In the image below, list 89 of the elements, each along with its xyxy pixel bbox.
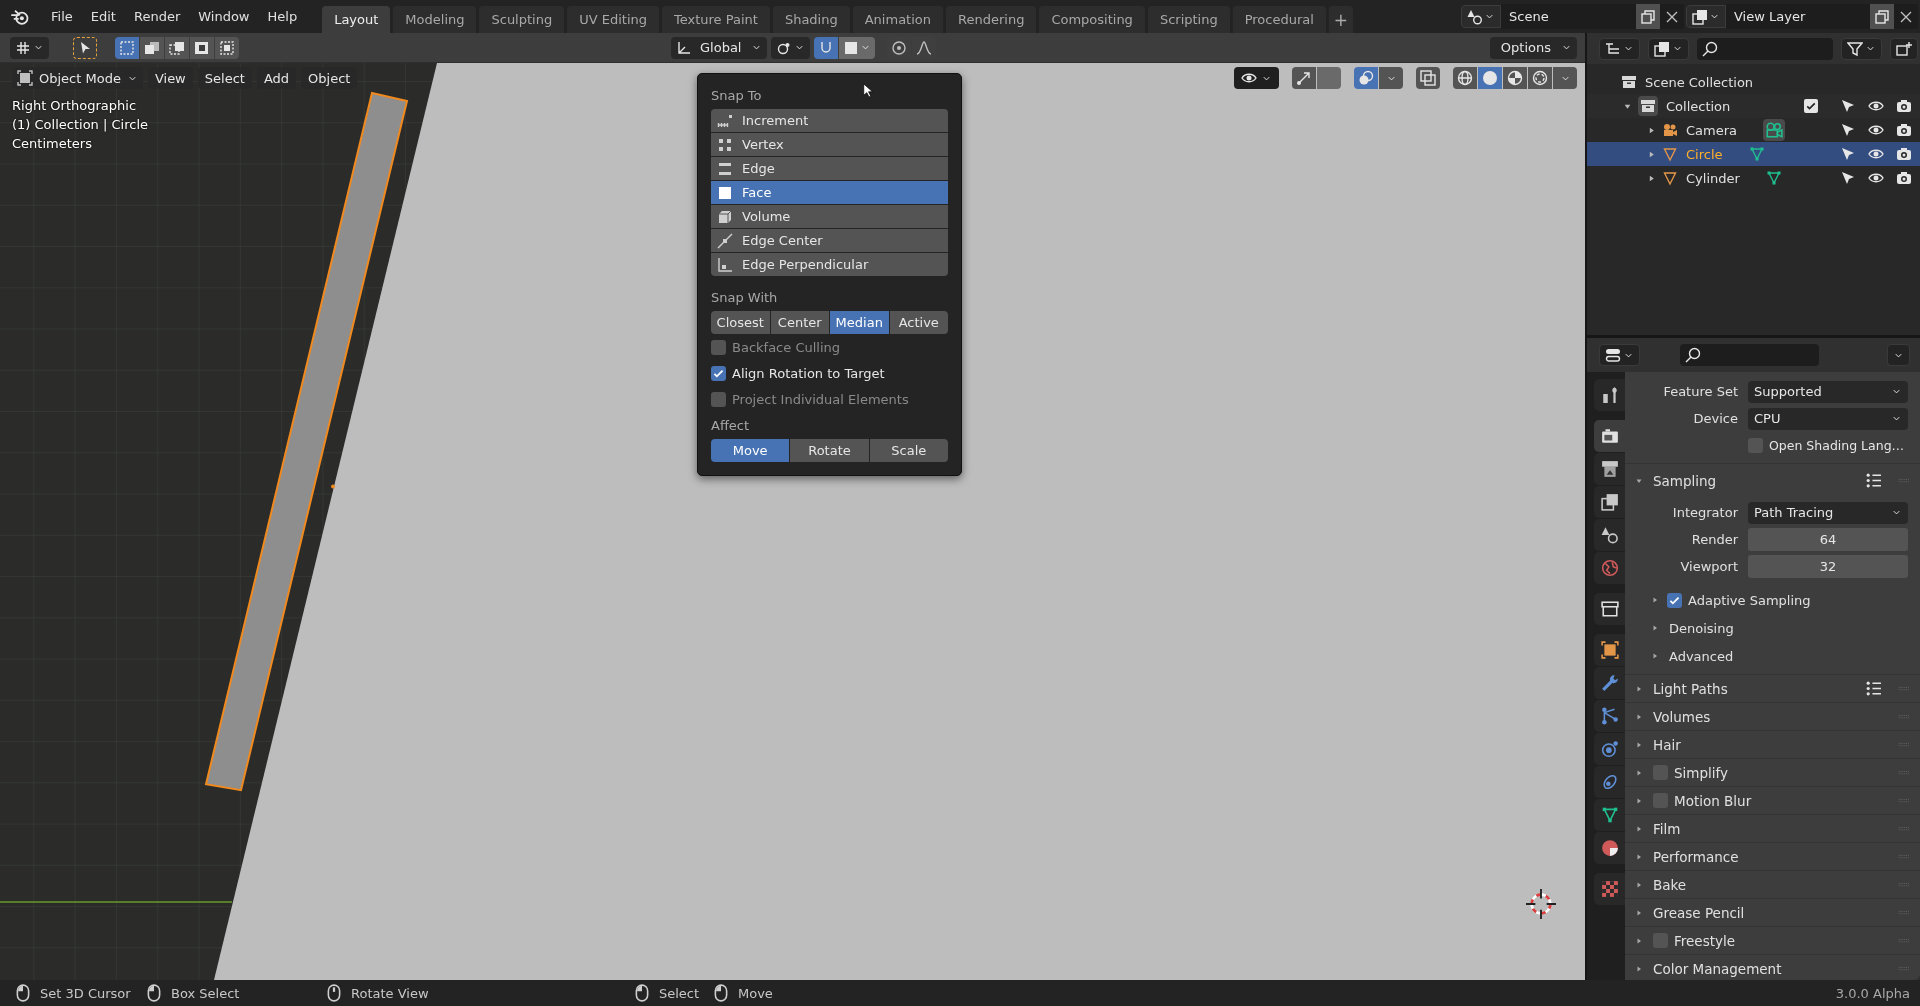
checkbox-label: Project Individual Elements [732,391,909,407]
workspace-tab[interactable]: Compositing [1039,6,1145,33]
checkbox-label: Open Shading Lang… [1769,438,1905,453]
snap-target-option[interactable]: Vertex [711,133,948,156]
tree-item-label[interactable]: Scene Collection [1645,74,1754,90]
field-label: Feature Set [1662,384,1738,399]
panel-header[interactable]: Film [1653,820,1681,837]
workspace-tab[interactable]: Texture Paint [662,6,770,33]
subpanel-header[interactable]: Adaptive Sampling [1688,592,1811,608]
workspace-tab[interactable]: Procedural [1232,6,1326,33]
snap-target-option[interactable]: Edge Perpendicular [711,253,948,276]
tree-row[interactable]: Camera [1587,118,1920,142]
panel-header[interactable]: Simplify [1674,764,1729,781]
panel-header[interactable]: Hair [1653,736,1681,753]
panel-header[interactable]: Freestyle [1674,932,1736,949]
affect-option[interactable]: Rotate [790,439,869,462]
workspace-tab[interactable]: Modeling [393,6,477,33]
field-label: Integrator [1671,505,1738,520]
menu-item[interactable]: Render [124,5,190,28]
menu-item[interactable]: Window [189,5,259,28]
shortcut-hint: Select [659,985,700,1001]
snap-target-option[interactable]: Edge Center [711,229,948,252]
checkbox-label: Align Rotation to Target [732,365,885,381]
scene-name-field[interactable]: Scene [1501,4,1636,29]
section-label: Affect [711,417,750,435]
orientation-dropdown[interactable]: Global [671,36,768,59]
panel-header[interactable]: Grease Pencil [1653,904,1745,921]
menu-item[interactable]: View [147,67,193,89]
shortcut-hint: Set 3D Cursor [40,985,131,1001]
menu-item[interactable]: Help [258,5,307,28]
mode-dropdown[interactable]: Object Mode [12,67,143,89]
workspace-tab[interactable]: Shading [772,6,850,33]
tree-item-label[interactable]: Camera [1686,122,1738,138]
panel-header[interactable]: Volumes [1653,708,1711,725]
tree-item-label[interactable]: Collection [1666,98,1731,114]
panel-header[interactable]: Color Management [1653,960,1782,977]
workspace-tab[interactable]: Rendering [946,6,1037,33]
workspace-tab[interactable]: Scripting [1147,6,1230,33]
snap-with-option[interactable]: Closest [711,311,770,334]
options-dropdown[interactable]: Options [1489,36,1577,59]
field-label: Viewport [1679,559,1738,574]
version-label: 3.0.0 Alpha [1835,985,1910,1001]
add-workspace-button[interactable]: + [1328,6,1353,33]
viewport-info-text: Right Orthographic [12,98,138,113]
checkbox-label: Backface Culling [732,339,841,355]
tree-item-label[interactable]: Cylinder [1686,170,1740,186]
workspace-tab[interactable]: UV Editing [567,6,659,33]
subpanel-header[interactable]: Advanced [1669,648,1734,664]
snap-target-option[interactable]: Increment [711,109,948,132]
section-label: Snap With [711,289,778,307]
snap-with-option[interactable]: Active [889,311,948,334]
snap-with-option[interactable]: Center [770,311,829,334]
panel-header[interactable]: Motion Blur [1674,792,1752,809]
tree-row[interactable]: Circle [1587,142,1920,166]
number-field[interactable]: 64 [1748,528,1908,551]
dropdown[interactable]: CPU [1748,407,1908,430]
menu-item[interactable]: Object [301,67,358,89]
subpanel-header[interactable]: Denoising [1669,620,1734,636]
dropdown[interactable]: Path Tracing [1748,501,1908,524]
workspace-tab[interactable]: Sculpting [479,6,565,33]
dropdown[interactable]: Supported [1748,380,1908,403]
snap-target-option[interactable]: Edge [711,157,948,180]
snap-target-option[interactable]: Face [711,181,948,204]
shortcut-hint: Move [738,985,773,1001]
menu-item[interactable]: File [42,5,82,28]
view-layer-name-field[interactable]: View Layer [1726,4,1870,29]
shortcut-hint: Box Select [171,985,240,1001]
viewport-info-text: Centimeters [12,136,93,151]
panel-header[interactable]: Bake [1653,876,1687,893]
tree-row[interactable]: Cylinder [1587,166,1920,190]
workspace-tab[interactable]: Animation [852,6,943,33]
section-label: Snap To [711,87,762,105]
snap-target-option[interactable]: Volume [711,205,948,228]
field-label: Device [1692,411,1738,426]
number-field[interactable]: 32 [1748,555,1908,578]
menu-item[interactable]: Edit [81,5,125,28]
tree-item-label[interactable]: Circle [1686,146,1723,162]
panel-header[interactable]: Performance [1653,848,1739,865]
shortcut-hint: Rotate View [351,985,429,1001]
menu-item[interactable]: Select [197,67,252,89]
field-label: Render [1690,532,1738,547]
affect-option[interactable]: Move [711,439,790,462]
affect-option[interactable]: Scale [869,439,948,462]
panel-header[interactable]: Sampling [1653,472,1717,489]
viewport-info-text: (1) Collection | Circle [12,117,148,132]
snap-with-option[interactable]: Median [830,311,889,334]
workspace-tab[interactable]: Layout [322,6,391,33]
panel-header[interactable]: Light Paths [1653,680,1728,697]
menu-item[interactable]: Add [256,67,297,89]
